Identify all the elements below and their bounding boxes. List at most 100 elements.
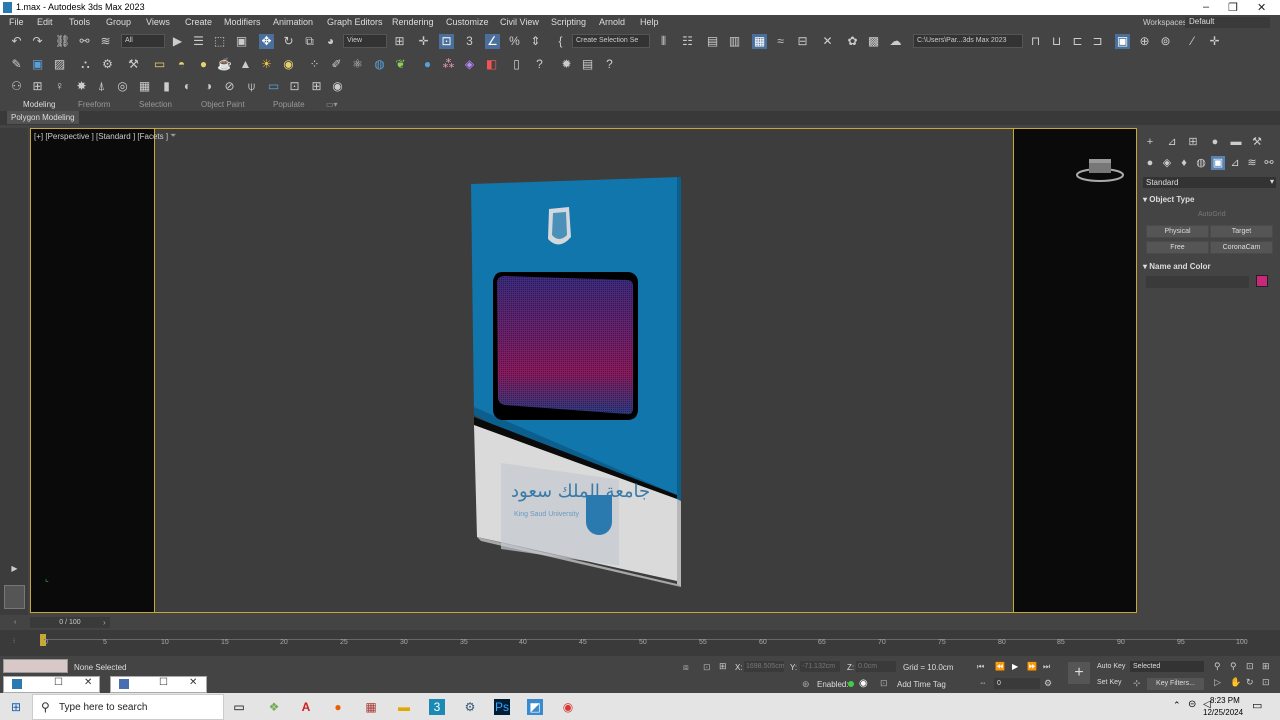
select-object-icon[interactable]: ▶ — [170, 34, 185, 49]
menu-help[interactable]: Help — [640, 17, 659, 27]
tab-selection[interactable]: Selection — [139, 100, 172, 109]
key-filter-icon[interactable]: ⊹ — [1133, 678, 1141, 689]
rendered-frame-icon[interactable]: ▩ — [866, 34, 881, 49]
utilities-tab-icon[interactable]: ⚒ — [1250, 135, 1264, 149]
task-view-icon[interactable]: ▭ — [231, 699, 247, 715]
material-sphere-icon[interactable]: ● — [420, 57, 435, 72]
pivot-center-icon[interactable]: ⊞ — [392, 34, 407, 49]
photometric-icon[interactable]: ▮ — [159, 79, 174, 94]
acrobat-icon[interactable]: A — [298, 699, 314, 715]
taskbar-search-box[interactable]: ⚲ Type here to search — [32, 694, 224, 720]
spark-icon[interactable]: ✹ — [559, 57, 574, 72]
goto-end-icon[interactable]: ⏭ — [1043, 662, 1050, 672]
current-frame-input[interactable]: 0 — [994, 678, 1040, 689]
layout-thumbnail[interactable] — [4, 585, 25, 609]
sign-panel-object[interactable] — [471, 177, 681, 587]
close-small-icon[interactable]: ✕ — [189, 677, 197, 688]
dome-icon[interactable]: ◓ — [174, 57, 189, 72]
restore-small-icon[interactable]: ☐ — [54, 677, 63, 688]
list-icon[interactable]: ▤ — [580, 57, 595, 72]
file-explorer-icon[interactable]: ▬ — [396, 699, 412, 715]
tab-populate[interactable]: Populate — [273, 100, 305, 109]
network-app-icon[interactable]: ⚙ — [462, 699, 478, 715]
schematic-view-icon[interactable]: ⊟ — [795, 34, 810, 49]
maxscript-listener[interactable] — [3, 659, 68, 673]
play-icon[interactable]: ▶ — [1012, 662, 1018, 671]
restore-small-icon[interactable]: ☐ — [159, 677, 168, 688]
hair-icon[interactable]: ✐ — [329, 57, 344, 72]
project-settings-icon[interactable]: ⊐ — [1090, 34, 1105, 49]
viewcube-icon[interactable] — [1076, 156, 1124, 182]
align-icon[interactable]: ☷ — [680, 34, 695, 49]
3dsmax-taskbar-icon[interactable]: 3 — [429, 699, 445, 715]
extra-tool-icon[interactable]: ⁄ — [1185, 34, 1200, 49]
curve-editor-icon[interactable]: ≈ — [773, 34, 788, 49]
x-coord-input[interactable]: 1698.505cm — [744, 661, 784, 672]
globe-icon[interactable]: ◍ — [372, 57, 387, 72]
redo-icon[interactable]: ↷ — [30, 34, 45, 49]
place-icon[interactable]: ◕ — [323, 34, 338, 49]
zoom-all-icon[interactable]: ⚲ — [1230, 661, 1237, 672]
ribbon-options-icon[interactable]: ▭▾ — [326, 100, 338, 109]
menu-arnold[interactable]: Arnold — [599, 17, 625, 27]
helpers-light-icon[interactable]: ◍ — [1194, 156, 1208, 170]
light-icon[interactable]: ◉ — [281, 57, 296, 72]
help-circle-icon[interactable]: ? — [532, 57, 547, 72]
add-time-tag-icon[interactable]: ⊡ — [880, 678, 888, 689]
teapot-icon[interactable]: ☕ — [217, 57, 232, 72]
tray-chevron-icon[interactable]: ⌃ — [1173, 700, 1181, 711]
viewport-layout-icon[interactable]: ▣ — [1115, 34, 1130, 49]
project-save-icon[interactable]: ⊏ — [1070, 34, 1085, 49]
physical-camera-button[interactable]: Physical — [1146, 225, 1209, 238]
proxy-icon[interactable]: ⚛ — [350, 57, 365, 72]
undo-icon[interactable]: ↶ — [9, 34, 24, 49]
pan-icon[interactable]: ✋ — [1230, 677, 1241, 688]
coronacam-button[interactable]: CoronaCam — [1210, 241, 1273, 254]
systems-icon[interactable]: ⚯ — [1262, 156, 1276, 170]
coord-system-dropdown[interactable]: View — [343, 34, 387, 48]
layer-stack-icon[interactable]: ▯ — [509, 57, 524, 72]
y-coord-input[interactable]: -71.132cm — [800, 661, 840, 672]
rect-selection-icon[interactable]: ⬚ — [212, 34, 227, 49]
key-filters-button[interactable]: Key Filters... — [1147, 678, 1204, 690]
minimized-window-2[interactable]: ☐ ✕ — [110, 676, 207, 693]
named-selection-dropdown[interactable]: Create Selection Se — [572, 34, 650, 48]
spot-light-icon[interactable]: ⍋ — [94, 79, 109, 94]
tab-object-paint[interactable]: Object Paint — [201, 100, 245, 109]
menu-modifiers[interactable]: Modifiers — [224, 17, 261, 27]
sky-icon[interactable]: ⊘ — [222, 79, 237, 94]
select-manipulate-icon[interactable]: ✛ — [416, 34, 431, 49]
image-icon[interactable]: ▨ — [52, 57, 67, 72]
rotate-icon[interactable]: ↻ — [281, 34, 296, 49]
question-icon[interactable]: ? — [602, 57, 617, 72]
plant-icon[interactable]: ❦ — [393, 57, 408, 72]
object-color-swatch[interactable] — [1256, 275, 1268, 287]
mini-curve-icon[interactable]: ⁝ — [13, 637, 15, 645]
wrench-icon[interactable]: ⚒ — [126, 57, 141, 72]
prev-frame-icon[interactable]: ⏪ — [995, 662, 1005, 671]
display-tab-icon[interactable]: ▬ — [1229, 135, 1243, 149]
star-light-icon[interactable]: ✸ — [74, 79, 89, 94]
orbit-icon[interactable]: ◐ — [180, 79, 195, 94]
close-icon[interactable]: ✕ — [1257, 1, 1266, 14]
paint-icon[interactable]: ⛬ — [78, 57, 93, 72]
helpers-icon[interactable]: ⊿ — [1228, 156, 1242, 170]
z-coord-input[interactable]: 0.0cm — [856, 661, 896, 672]
close-small-icon[interactable]: ✕ — [84, 677, 92, 688]
scene-icon[interactable]: ▣ — [30, 57, 45, 72]
menu-edit[interactable]: Edit — [37, 17, 53, 27]
modify-tab-icon[interactable]: ⊿ — [1165, 135, 1179, 149]
hierarchy-tab-icon[interactable]: ⊞ — [1186, 135, 1200, 149]
goto-start-icon[interactable]: ⏮ — [977, 662, 984, 672]
tab-freeform[interactable]: Freeform — [78, 100, 110, 109]
unlink-icon[interactable]: ⚯ — [77, 34, 92, 49]
project-folder-icon[interactable]: ⊓ — [1028, 34, 1043, 49]
target-camera-button[interactable]: Target — [1210, 225, 1273, 238]
bind-space-warp-icon[interactable]: ≋ — [98, 34, 113, 49]
eye-icon[interactable]: ◉ — [330, 79, 345, 94]
workspaces-dropdown[interactable]: Default — [1185, 17, 1270, 28]
selection-filter-dropdown[interactable]: All — [121, 34, 165, 48]
omni-light-icon[interactable]: ◎ — [115, 79, 130, 94]
zoom-icon[interactable]: ⚲ — [1214, 661, 1221, 672]
lights-icon[interactable]: ♦ — [1177, 156, 1191, 170]
